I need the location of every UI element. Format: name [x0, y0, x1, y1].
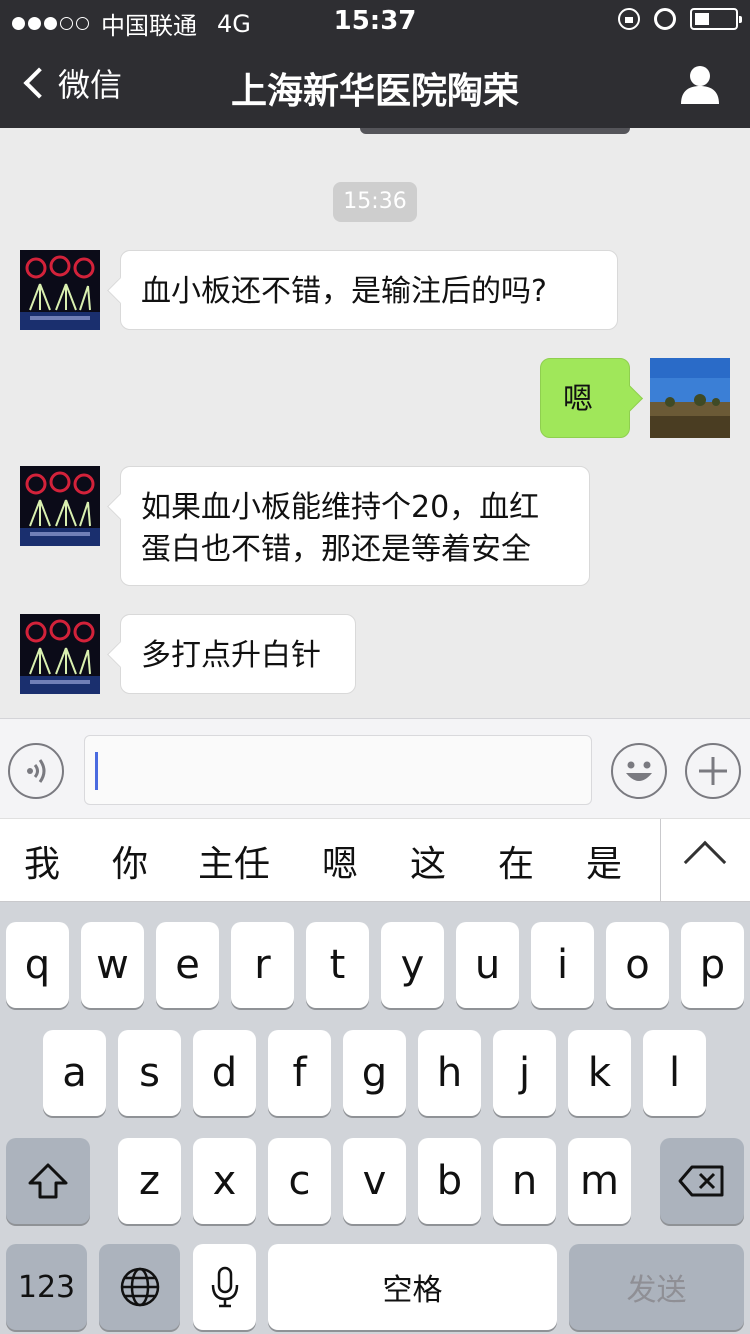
voice-button[interactable] — [8, 743, 64, 799]
chat-title: 上海新华医院陶荣 — [230, 71, 519, 112]
candidate-word[interactable]: 在 — [498, 835, 534, 887]
key-f[interactable]: f — [268, 1030, 331, 1116]
keyboard: q w e r t y u i o p a s d f g h j k l z … — [0, 902, 750, 1334]
nav-bar: 微信 上海新华医院陶荣 — [0, 40, 750, 128]
candidate-word[interactable]: 你 — [112, 835, 148, 887]
key-m[interactable]: m — [568, 1138, 631, 1224]
microphone-icon — [211, 1266, 238, 1308]
status-bar: 中国联通 4G 15:37 — [0, 0, 750, 40]
message-bubble-outgoing[interactable]: 嗯 — [540, 358, 630, 438]
key-x[interactable]: x — [193, 1138, 256, 1224]
shift-icon — [28, 1163, 68, 1199]
battery-icon — [690, 8, 742, 30]
key-k[interactable]: k — [568, 1030, 631, 1116]
text-caret — [95, 752, 98, 790]
message-bubble-incoming[interactable]: 如果血小板能维持个20，血红 蛋白也不错，那还是等着安全 — [120, 466, 590, 586]
emoji-button[interactable] — [611, 743, 667, 799]
space-key[interactable]: 空格 — [268, 1244, 557, 1330]
key-i[interactable]: i — [531, 922, 594, 1008]
plus-icon — [699, 757, 727, 785]
more-button[interactable] — [685, 743, 741, 799]
message-bubble-incoming[interactable]: 多打点升白针 — [120, 614, 356, 694]
key-z[interactable]: z — [118, 1138, 181, 1224]
candidate-word[interactable]: 嗯 — [322, 835, 358, 887]
delete-key[interactable] — [660, 1138, 744, 1224]
globe-icon — [120, 1267, 159, 1307]
key-w[interactable]: w — [81, 922, 144, 1008]
alarm-icon — [654, 8, 676, 30]
person-icon[interactable] — [680, 64, 720, 104]
candidate-word[interactable]: 我 — [24, 835, 60, 887]
key-t[interactable]: t — [306, 922, 369, 1008]
message-text: 血小板还不错，是输注后的吗? — [141, 274, 547, 309]
key-u[interactable]: u — [456, 922, 519, 1008]
chevron-up-icon[interactable] — [683, 840, 727, 884]
voice-icon — [27, 759, 46, 783]
candidate-word[interactable]: 主任 — [198, 835, 270, 887]
key-r[interactable]: r — [231, 922, 294, 1008]
candidate-word[interactable]: 这 — [410, 835, 446, 887]
divider — [660, 819, 661, 903]
key-d[interactable]: d — [193, 1030, 256, 1116]
key-e[interactable]: e — [156, 922, 219, 1008]
contact-avatar[interactable] — [20, 250, 100, 330]
dictation-key[interactable] — [193, 1244, 256, 1330]
key-j[interactable]: j — [493, 1030, 556, 1116]
key-l[interactable]: l — [643, 1030, 706, 1116]
message-bubble-incoming[interactable]: 血小板还不错，是输注后的吗? — [120, 250, 618, 330]
key-q[interactable]: q — [6, 922, 69, 1008]
timestamp-chip: 15:36 — [333, 182, 417, 222]
contact-avatar[interactable] — [20, 614, 100, 694]
send-key[interactable]: 发送 — [569, 1244, 744, 1330]
contact-avatar[interactable] — [20, 466, 100, 546]
key-g[interactable]: g — [343, 1030, 406, 1116]
ime-candidate-bar: 我 你 主任 嗯 这 在 是 — [0, 818, 750, 903]
key-b[interactable]: b — [418, 1138, 481, 1224]
message-input[interactable] — [84, 735, 592, 805]
key-p[interactable]: p — [681, 922, 744, 1008]
key-a[interactable]: a — [43, 1030, 106, 1116]
my-avatar[interactable] — [650, 358, 730, 438]
emoji-icon — [626, 761, 652, 781]
numbers-key[interactable]: 123 — [6, 1244, 87, 1330]
backspace-icon — [678, 1165, 724, 1197]
key-s[interactable]: s — [118, 1030, 181, 1116]
message-text-line: 如果血小板能维持个20，血红 — [141, 490, 540, 525]
key-v[interactable]: v — [343, 1138, 406, 1224]
input-bar — [0, 718, 750, 818]
key-n[interactable]: n — [493, 1138, 556, 1224]
message-text: 多打点升白针 — [141, 638, 321, 673]
chat-area[interactable]: 15:36 血小板还不错，是输注后的吗? 嗯 如果血小板能维持个20，血红 蛋白… — [0, 128, 750, 718]
rotation-lock-icon — [618, 8, 640, 30]
key-o[interactable]: o — [606, 922, 669, 1008]
globe-key[interactable] — [99, 1244, 180, 1330]
message-text: 嗯 — [563, 382, 593, 417]
message-text-line: 蛋白也不错，那还是等着安全 — [141, 532, 531, 567]
top-bar: 中国联通 4G 15:37 微信 上海新华医院陶荣 — [0, 0, 750, 128]
shift-key[interactable] — [6, 1138, 90, 1224]
key-c[interactable]: c — [268, 1138, 331, 1224]
key-y[interactable]: y — [381, 922, 444, 1008]
key-h[interactable]: h — [418, 1030, 481, 1116]
candidate-word[interactable]: 是 — [586, 835, 622, 887]
